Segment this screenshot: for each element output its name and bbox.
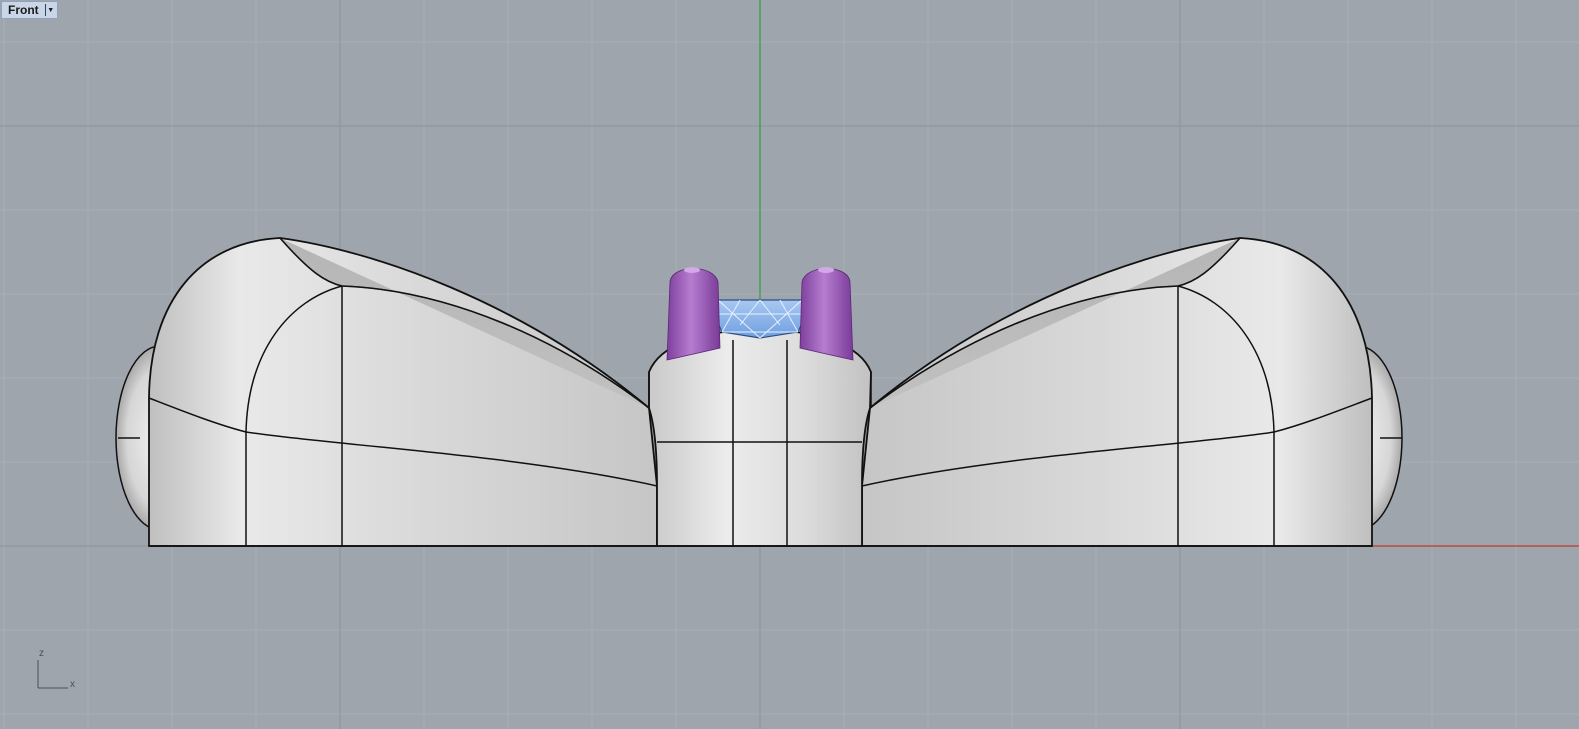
axis-indicator: z x: [30, 648, 80, 693]
gem-stone: [713, 299, 807, 339]
center-body: [648, 329, 872, 547]
viewport-canvas[interactable]: [0, 0, 1579, 729]
left-body: [148, 237, 658, 547]
right-prong: [799, 267, 854, 361]
z-axis-label: z: [39, 648, 44, 659]
right-body: [861, 237, 1373, 547]
viewport-title[interactable]: Front: [2, 2, 45, 18]
x-axis-label: x: [70, 679, 75, 690]
left-prong: [666, 267, 721, 361]
front-viewport[interactable]: Front ▼ z x: [0, 0, 1579, 729]
chevron-down-icon[interactable]: ▼: [46, 2, 57, 18]
viewport-title-tab[interactable]: Front ▼: [1, 1, 58, 19]
